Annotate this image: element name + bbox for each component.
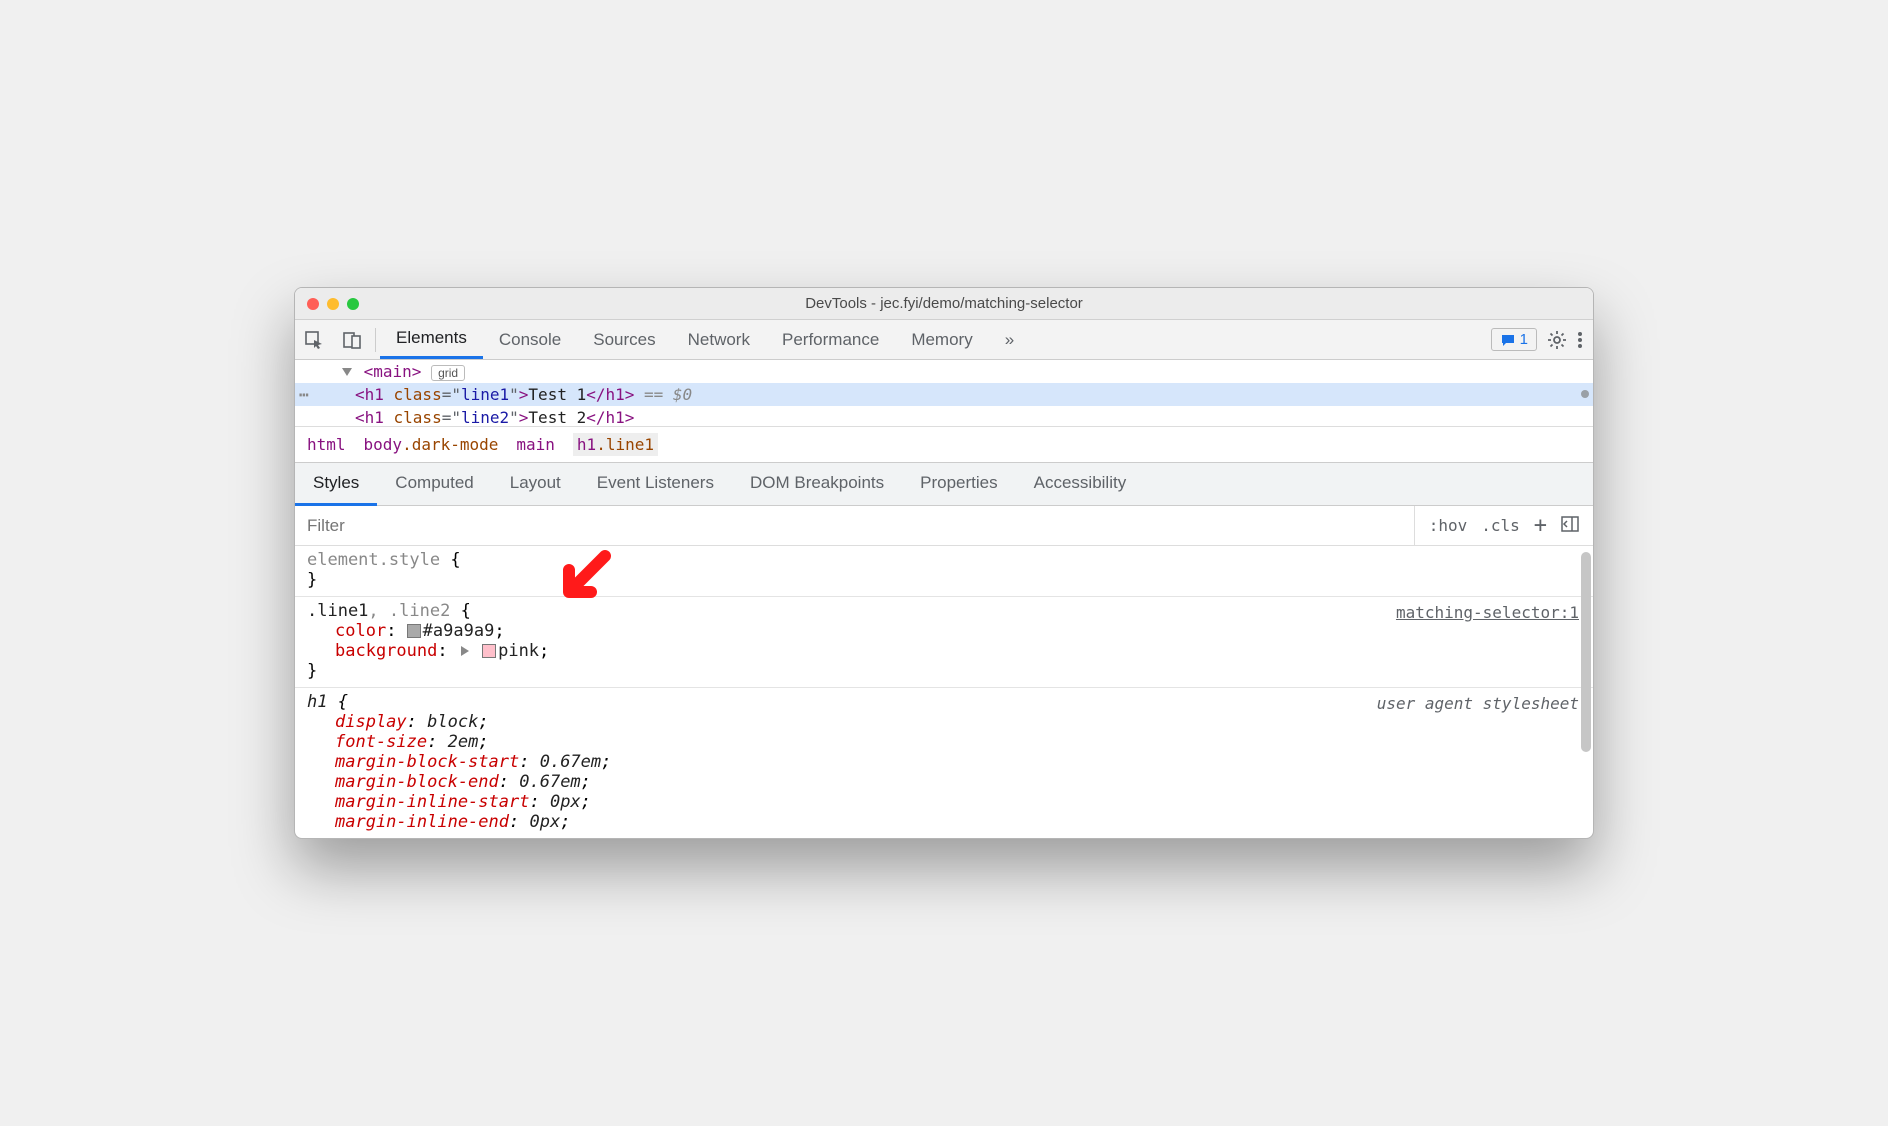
window-title: DevTools - jec.fyi/demo/matching-selecto… — [295, 295, 1593, 312]
expand-shorthand-icon[interactable] — [461, 646, 469, 656]
prop-font-size[interactable]: font-size: 2em; — [307, 732, 1581, 752]
subtab-computed[interactable]: Computed — [377, 463, 491, 505]
filter-row: :hov .cls + — [295, 506, 1593, 546]
breadcrumb-html[interactable]: html — [307, 435, 346, 454]
toggle-sidebar-icon[interactable] — [1561, 516, 1579, 536]
traffic-lights — [295, 298, 359, 310]
panel-tabs: Elements Console Sources Network Perform… — [380, 320, 1030, 359]
devtools-window: DevTools - jec.fyi/demo/matching-selecto… — [294, 287, 1594, 839]
breadcrumb: html body.dark-mode main h1.line1 — [295, 426, 1593, 462]
breadcrumb-h1[interactable]: h1.line1 — [573, 433, 658, 456]
device-toolbar-icon[interactable] — [333, 320, 371, 359]
issues-badge[interactable]: 1 — [1491, 328, 1537, 351]
filter-input[interactable] — [295, 516, 1414, 536]
zoom-window-button[interactable] — [347, 298, 359, 310]
tab-performance[interactable]: Performance — [766, 320, 895, 359]
color-swatch-icon[interactable] — [407, 624, 421, 638]
subtab-dom-breakpoints[interactable]: DOM Breakpoints — [732, 463, 902, 505]
styles-scrollbar[interactable] — [1581, 552, 1591, 752]
dom-node-h1-line1[interactable]: ⋯ <h1 class="line1">Test 1</h1> == $0 — [295, 383, 1593, 406]
rule-source-ua: user agent stylesheet — [1377, 694, 1579, 713]
hov-toggle[interactable]: :hov — [1429, 516, 1468, 535]
prop-margin-block-end[interactable]: margin-block-end: 0.67em; — [307, 772, 1581, 792]
titlebar: DevTools - jec.fyi/demo/matching-selecto… — [295, 288, 1593, 320]
inspect-element-icon[interactable] — [295, 320, 333, 359]
toolbar-right: 1 — [1491, 328, 1593, 351]
dom-node-h1-line2[interactable]: <h1 class="line2">Test 2</h1> — [295, 406, 1593, 426]
expand-toggle-icon[interactable] — [342, 368, 352, 376]
tab-sources[interactable]: Sources — [577, 320, 671, 359]
add-rule-icon[interactable]: + — [1534, 513, 1547, 538]
prop-background[interactable]: background: pink; — [307, 641, 1581, 661]
rule-element-style[interactable]: element.style { } — [295, 546, 1593, 597]
divider — [375, 328, 376, 352]
tab-elements[interactable]: Elements — [380, 320, 483, 359]
rule-user-agent-h1[interactable]: user agent stylesheet h1 { display: bloc… — [295, 688, 1593, 838]
tab-memory[interactable]: Memory — [895, 320, 988, 359]
rule-line-selector[interactable]: matching-selector:1 .line1, .line2 { col… — [295, 597, 1593, 688]
grid-badge[interactable]: grid — [431, 365, 465, 381]
scroll-marker — [1581, 390, 1589, 398]
color-swatch-icon[interactable] — [482, 644, 496, 658]
styles-body: element.style { } matching-selector:1 .l… — [295, 546, 1593, 838]
more-actions-icon[interactable]: ⋯ — [299, 385, 310, 404]
dom-node-main[interactable]: <main> grid — [295, 360, 1593, 383]
subtab-accessibility[interactable]: Accessibility — [1016, 463, 1145, 505]
rule-source-link[interactable]: matching-selector:1 — [1396, 603, 1579, 622]
prop-margin-inline-start[interactable]: margin-inline-start: 0px; — [307, 792, 1581, 812]
breadcrumb-body[interactable]: body.dark-mode — [364, 435, 499, 454]
filter-tools: :hov .cls + — [1414, 506, 1593, 545]
tab-console[interactable]: Console — [483, 320, 577, 359]
prop-margin-block-start[interactable]: margin-block-start: 0.67em; — [307, 752, 1581, 772]
prop-color[interactable]: color: #a9a9a9; — [307, 621, 1581, 641]
dom-tree[interactable]: <main> grid ⋯ <h1 class="line1">Test 1</… — [295, 360, 1593, 426]
prop-display[interactable]: display: block; — [307, 712, 1581, 732]
tab-more[interactable]: » — [989, 320, 1030, 359]
subtab-properties[interactable]: Properties — [902, 463, 1015, 505]
breadcrumb-main[interactable]: main — [516, 435, 555, 454]
subtab-layout[interactable]: Layout — [492, 463, 579, 505]
cls-toggle[interactable]: .cls — [1481, 516, 1520, 535]
main-toolbar: Elements Console Sources Network Perform… — [295, 320, 1593, 360]
issues-count: 1 — [1520, 331, 1528, 348]
subtab-event-listeners[interactable]: Event Listeners — [579, 463, 732, 505]
settings-icon[interactable] — [1547, 330, 1567, 350]
subtab-styles[interactable]: Styles — [295, 463, 377, 506]
kebab-menu-icon[interactable] — [1577, 330, 1583, 350]
close-window-button[interactable] — [307, 298, 319, 310]
minimize-window-button[interactable] — [327, 298, 339, 310]
tab-network[interactable]: Network — [672, 320, 766, 359]
styles-tabs: Styles Computed Layout Event Listeners D… — [295, 462, 1593, 506]
prop-margin-inline-end[interactable]: margin-inline-end: 0px; — [307, 812, 1581, 832]
